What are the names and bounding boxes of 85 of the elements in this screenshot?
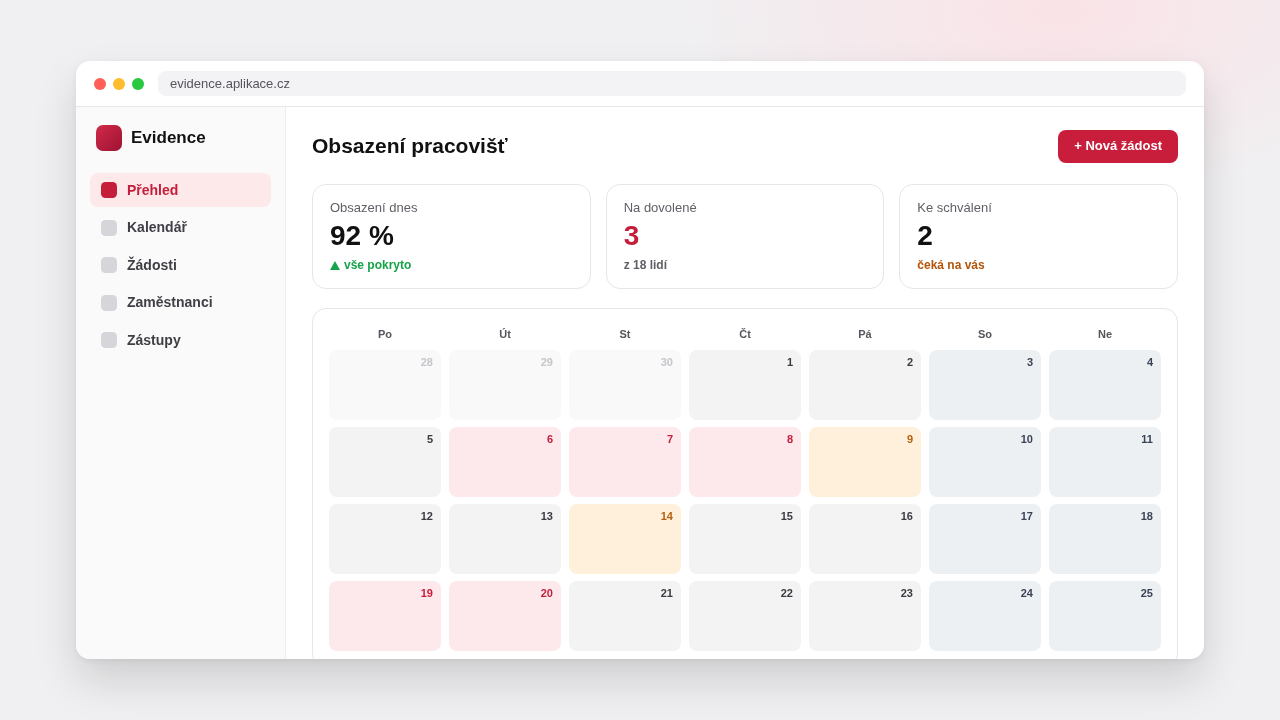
stat-label: Na dovolené — [623, 199, 698, 217]
day-tile[interactable]: 15 — [689, 504, 801, 574]
square-icon — [101, 294, 117, 311]
day-tile[interactable]: 13 — [449, 504, 561, 574]
day-number: 25 — [1140, 586, 1153, 600]
square-icon — [101, 332, 117, 348]
stat-label: Ke schválení — [917, 199, 993, 217]
square-icon — [101, 219, 117, 236]
day-tile[interactable]: 4 — [1049, 350, 1161, 420]
page-title: Obsazení pracovišť — [312, 133, 508, 159]
stat-note: vše pokryto — [344, 257, 412, 273]
new-request-button[interactable]: + Nová žádost — [1058, 129, 1178, 163]
day-number: 15 — [780, 509, 793, 523]
square-icon — [101, 182, 117, 198]
day-tile[interactable]: 21 — [569, 581, 681, 651]
day-number: 18 — [1140, 509, 1153, 523]
weekday-label: So — [977, 327, 993, 342]
day-tile[interactable]: 10 — [929, 427, 1041, 497]
day-tile[interactable]: 14 — [569, 504, 681, 574]
day-number: 6 — [546, 432, 553, 446]
day-number: 1 — [786, 355, 793, 369]
day-number: 22 — [780, 586, 793, 600]
day-tile[interactable]: 18 — [1049, 504, 1161, 574]
weekday-label: Ne — [1097, 327, 1113, 342]
day-tile[interactable]: 11 — [1049, 427, 1161, 497]
day-number: 10 — [1020, 432, 1033, 446]
address-field[interactable]: evidence.aplikace.cz — [158, 71, 1186, 96]
day-number: 16 — [900, 509, 913, 523]
window-minimize-icon[interactable] — [113, 77, 125, 90]
day-tile[interactable]: 1 — [689, 350, 801, 420]
day-tile[interactable]: 16 — [809, 504, 921, 574]
day-tile[interactable]: 25 — [1049, 581, 1161, 651]
stat-note: čeká na vás — [917, 257, 985, 273]
stat-value: 3 — [623, 219, 641, 253]
day-tile[interactable]: 17 — [929, 504, 1041, 574]
sidebar-item[interactable]: Zaměstnanci — [90, 285, 271, 320]
day-number: 5 — [426, 432, 433, 446]
square-icon — [101, 257, 117, 273]
logo-icon — [96, 125, 122, 151]
day-number: 9 — [906, 432, 913, 446]
day-tile[interactable]: 5 — [329, 427, 441, 497]
stat-value: 2 — [917, 219, 934, 253]
day-tile[interactable]: 19 — [329, 581, 441, 651]
window-close-icon[interactable] — [94, 77, 106, 90]
day-number: 8 — [786, 432, 793, 446]
sidebar-item[interactable]: Kalendář — [90, 210, 271, 245]
day-tile[interactable]: 12 — [329, 504, 441, 574]
day-number: 21 — [660, 586, 673, 600]
day-tile[interactable]: 7 — [569, 427, 681, 497]
day-tile[interactable]: 8 — [689, 427, 801, 497]
day-tile[interactable]: 22 — [689, 581, 801, 651]
weekday-label: Pá — [858, 327, 872, 342]
weekday-label: Po — [377, 327, 393, 342]
day-number: 2 — [906, 355, 913, 369]
day-number: 23 — [900, 586, 913, 600]
sidebar-item[interactable]: Zástupy — [90, 323, 271, 357]
stat-value: 92 % — [330, 219, 395, 253]
day-tile[interactable]: 3 — [929, 350, 1041, 420]
day-tile[interactable]: 2 — [809, 350, 921, 420]
day-tile[interactable]: 20 — [449, 581, 561, 651]
day-number: 14 — [660, 509, 673, 523]
day-number: 7 — [666, 432, 673, 446]
brand-name: Evidence — [131, 127, 206, 150]
day-tile[interactable]: 23 — [809, 581, 921, 651]
day-number: 13 — [540, 509, 553, 523]
day-number: 17 — [1020, 509, 1033, 523]
day-number: 4 — [1146, 355, 1153, 369]
sidebar-item[interactable]: Žádosti — [90, 248, 271, 282]
day-number: 24 — [1020, 586, 1033, 600]
day-number: 3 — [1026, 355, 1033, 369]
day-number: 12 — [420, 509, 433, 523]
day-tile[interactable]: 24 — [929, 581, 1041, 651]
day-number: 20 — [540, 586, 553, 600]
day-number: 19 — [420, 586, 433, 600]
sidebar-item[interactable]: Přehled — [90, 173, 271, 207]
weekday-label: Út — [499, 327, 511, 342]
stat-label: Obsazení dnes — [330, 199, 419, 217]
day-number: 11 — [1141, 432, 1153, 446]
up-triangle-icon — [330, 260, 340, 270]
stat-note: z 18 lidí — [623, 257, 667, 273]
day-tile[interactable]: 6 — [449, 427, 561, 497]
weekday-label: Čt — [739, 327, 751, 342]
window-zoom-icon[interactable] — [132, 77, 144, 90]
weekday-label: St — [619, 327, 631, 342]
day-tile[interactable]: 9 — [809, 427, 921, 497]
